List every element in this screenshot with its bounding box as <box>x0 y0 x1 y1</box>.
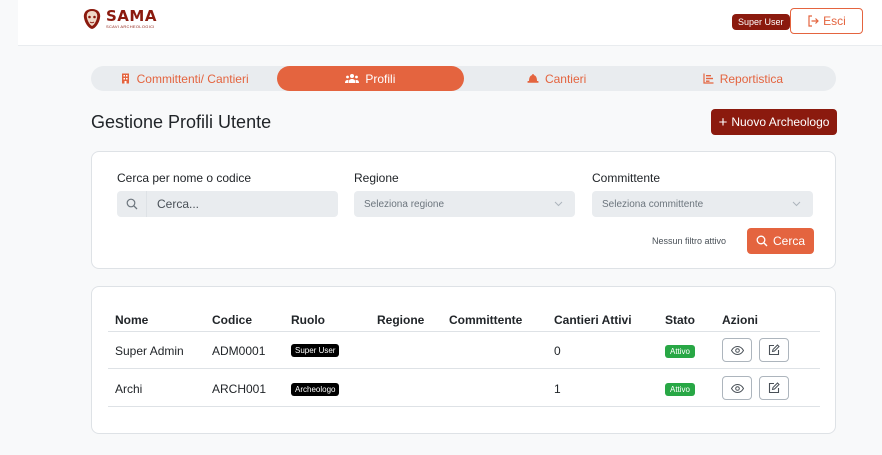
tab-label: Cantieri <box>544 71 587 86</box>
role-badge: Archeologo <box>291 383 340 396</box>
filter-panel: Cerca per nome o codice Regione Committe… <box>91 151 836 269</box>
status-badge: Attivo <box>665 383 696 396</box>
chevron-down-icon <box>554 201 563 207</box>
search-field <box>117 191 338 217</box>
region-select[interactable]: Seleziona regione <box>354 191 575 217</box>
column-header: Committente <box>449 313 523 327</box>
tab-reportistica[interactable]: Reportistica <box>650 66 836 91</box>
eye-icon <box>730 345 744 355</box>
column-header: Ruolo <box>291 313 325 327</box>
new-button-label: Nuovo Archeologo <box>731 115 830 129</box>
tab-label: Profili <box>365 71 396 86</box>
role-badge: Super User <box>291 344 340 357</box>
search-button-label: Cerca <box>772 234 805 248</box>
region-label: Regione <box>354 171 399 185</box>
tab-label: Committenti/ Cantieri <box>136 71 249 86</box>
logo[interactable]: SAMA SCAVI ARCHEOLOGICI <box>82 8 157 30</box>
cell-codice: ADM0001 <box>212 344 266 358</box>
edit-icon <box>768 382 780 394</box>
client-select[interactable]: Seleziona committente <box>592 191 813 217</box>
client-label: Committente <box>592 171 661 185</box>
divider <box>108 331 820 332</box>
edit-icon <box>768 344 780 356</box>
users-table: Nome Codice Ruolo Regione Committente Ca… <box>91 286 836 434</box>
logo-subtitle: SCAVI ARCHEOLOGICI <box>106 24 155 29</box>
eye-icon <box>730 383 744 393</box>
logout-button[interactable]: Esci <box>790 8 863 34</box>
user-role-badge: Super User <box>732 14 790 30</box>
search-icon <box>756 235 768 247</box>
logo-mask-icon <box>83 9 101 29</box>
column-header: Stato <box>665 313 695 327</box>
logout-label: Esci <box>823 14 846 28</box>
divider <box>108 368 820 369</box>
cell-codice: ARCH001 <box>212 382 267 396</box>
column-header: Codice <box>212 313 253 327</box>
search-icon <box>117 191 147 217</box>
filter-status-text: Nessun filtro attivo <box>652 236 727 246</box>
hardhat-icon <box>527 74 539 83</box>
cell-cantieri: 1 <box>554 382 561 396</box>
edit-button[interactable] <box>759 376 789 400</box>
column-header: Regione <box>377 313 425 327</box>
tab-profili[interactable]: Profili <box>277 66 464 91</box>
logout-icon <box>808 15 820 27</box>
status-badge: Attivo <box>665 345 696 358</box>
tab-label: Reportistica <box>719 71 784 86</box>
divider <box>108 406 820 407</box>
plus-icon: + <box>718 113 728 131</box>
region-select-value: Seleziona regione <box>364 198 445 210</box>
column-header: Nome <box>115 313 149 327</box>
tab-cantieri[interactable]: Cantieri <box>464 66 650 91</box>
page-title: Gestione Profili Utente <box>91 112 272 132</box>
search-button[interactable]: Cerca <box>747 228 814 254</box>
building-icon <box>121 73 129 84</box>
edit-button[interactable] <box>759 338 789 362</box>
users-icon <box>345 74 360 83</box>
chart-icon <box>703 73 714 84</box>
chevron-down-icon <box>792 201 801 207</box>
view-button[interactable] <box>722 338 752 362</box>
cell-nome: Archi <box>115 382 143 396</box>
cell-nome: Super Admin <box>115 344 184 358</box>
search-input[interactable] <box>147 197 327 211</box>
new-archeologo-button[interactable]: + Nuovo Archeologo <box>711 109 837 135</box>
logo-name: SAMA <box>106 7 157 25</box>
search-label: Cerca per nome o codice <box>117 171 252 185</box>
column-header: Cantieri Attivi <box>554 313 632 327</box>
top-header: SAMA SCAVI ARCHEOLOGICI Super User Esci <box>18 0 882 46</box>
view-button[interactable] <box>722 376 752 400</box>
tab-committenti-cantieri[interactable]: Committenti/ Cantieri <box>91 66 277 91</box>
main-tabs: Committenti/ Cantieri Profili Cantieri R… <box>91 66 836 91</box>
client-select-value: Seleziona committente <box>602 198 704 210</box>
cell-cantieri: 0 <box>554 344 561 358</box>
column-header: Azioni <box>722 313 758 327</box>
